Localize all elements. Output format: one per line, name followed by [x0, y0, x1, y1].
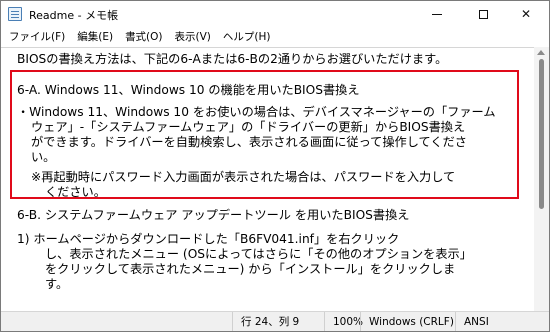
notepad-window: Readme - メモ帳 ✕ ファイル(F) 編集(E) 書式(O) 表示(V)…	[0, 0, 550, 332]
close-icon: ✕	[520, 7, 532, 21]
text-line: し、表示されたメニュー (OSによってはさらに「その他のオプションを表示」	[45, 247, 472, 261]
line-ending: Windows (CRLF)	[360, 312, 455, 331]
scroll-up-icon[interactable]	[537, 50, 545, 55]
menu-help[interactable]: ヘルプ(H)	[217, 27, 277, 47]
notepad-icon	[8, 7, 22, 21]
minimize-icon	[432, 13, 442, 15]
status-bar: 行 24、列 9 100% Windows (CRLF) ANSI	[1, 311, 549, 331]
cursor-position: 行 24、列 9	[232, 312, 324, 331]
menu-edit[interactable]: 編集(E)	[71, 27, 119, 47]
text-line: す。	[45, 277, 69, 291]
window-title: Readme - メモ帳	[29, 9, 119, 22]
vertical-scrollbar[interactable]	[534, 47, 549, 311]
menu-format[interactable]: 書式(O)	[119, 27, 168, 47]
menu-view[interactable]: 表示(V)	[169, 27, 217, 47]
maximize-icon	[478, 9, 488, 19]
highlight-box	[10, 70, 519, 199]
text-line: 6-B. システムファームウェア アップデートツール を用いたBIOS書換え	[17, 208, 410, 222]
scrollbar-thumb[interactable]	[539, 59, 544, 209]
close-button[interactable]: ✕	[503, 1, 549, 27]
menu-bar: ファイル(F) 編集(E) 書式(O) 表示(V) ヘルプ(H)	[1, 27, 549, 47]
text-editor[interactable]: BIOSの書換え方法は、下記の6-Aまたは6-Bの2通りからお選びいただけます。…	[1, 47, 534, 311]
menu-file[interactable]: ファイル(F)	[3, 27, 71, 47]
minimize-button[interactable]	[414, 1, 460, 27]
title-bar[interactable]: Readme - メモ帳 ✕	[1, 1, 549, 27]
text-line: BIOSの書換え方法は、下記の6-Aまたは6-Bの2通りからお選びいただけます。	[17, 52, 448, 66]
encoding: ANSI	[455, 312, 535, 331]
text-line: 1) ホームページからダウンロードした「B6FV041.inf」を右クリック	[17, 232, 400, 246]
zoom-level: 100%	[324, 312, 363, 331]
text-line: をクリックして表示されたメニュー) から「インストール」をクリックしま	[45, 262, 456, 276]
maximize-button[interactable]	[460, 1, 506, 27]
